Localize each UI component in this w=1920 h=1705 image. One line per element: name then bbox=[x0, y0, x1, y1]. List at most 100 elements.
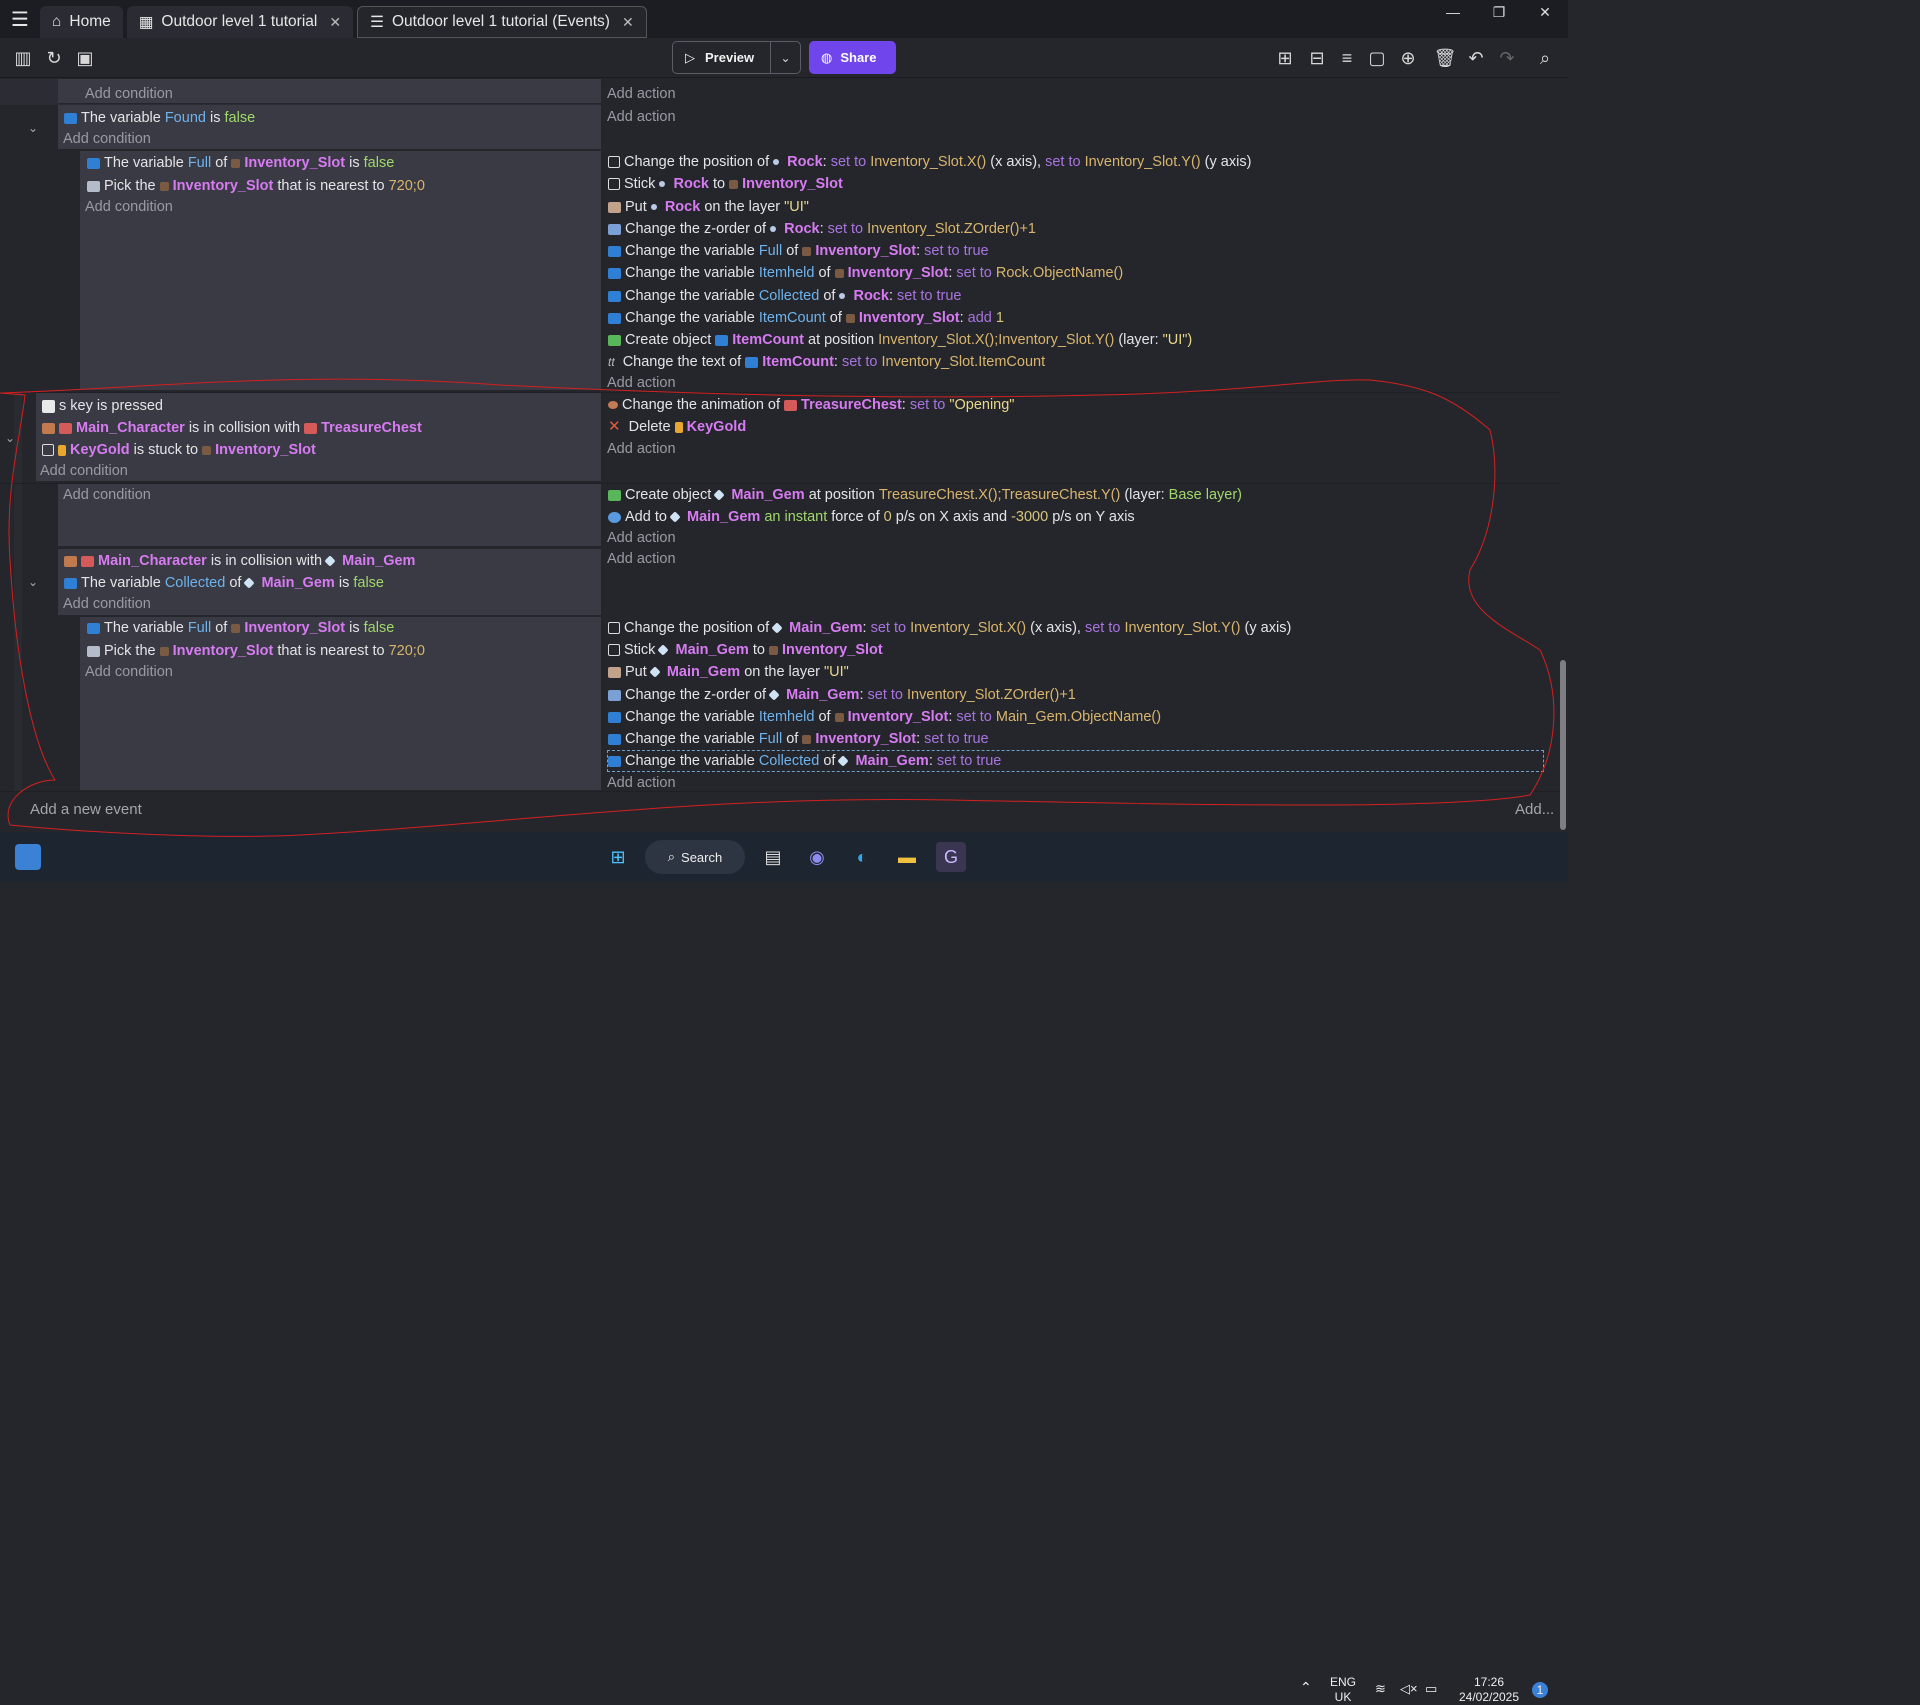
condition[interactable]: Main_Character is in collision with Trea… bbox=[42, 418, 422, 438]
add-condition-link[interactable]: Add condition bbox=[85, 84, 173, 104]
action[interactable]: Create object Main_Gem at position Treas… bbox=[608, 485, 1242, 505]
condition[interactable]: Main_Character is in collision with Main… bbox=[64, 551, 415, 571]
action[interactable]: Change the z-order of Main_Gem: set to I… bbox=[608, 685, 1076, 705]
delete-icon: ✕ bbox=[608, 418, 621, 435]
add-action-link[interactable]: Add action bbox=[607, 549, 676, 569]
add-action-link[interactable]: Add action bbox=[607, 439, 676, 459]
position-icon bbox=[608, 622, 620, 634]
condition[interactable]: Pick the Inventory_Slot that is nearest … bbox=[87, 176, 425, 196]
action[interactable]: Stick Rock to Inventory_Slot bbox=[608, 174, 843, 194]
add-action-link[interactable]: Add action bbox=[607, 528, 676, 548]
action[interactable]: Put Rock on the layer "UI" bbox=[608, 197, 809, 217]
add-more-link[interactable]: Add... bbox=[1515, 801, 1554, 818]
close-window-icon[interactable]: ✕ bbox=[1522, 0, 1568, 26]
search-icon[interactable]: ⌕ bbox=[1533, 46, 1557, 70]
action[interactable]: Change the z-order of Rock: set to Inven… bbox=[608, 219, 1036, 239]
collapse-icon[interactable]: ⌄ bbox=[28, 121, 38, 135]
action[interactable]: Change the position of Main_Gem: set to … bbox=[608, 618, 1291, 638]
wifi-icon[interactable]: ≋ bbox=[1375, 1681, 1386, 1696]
close-icon[interactable]: ✕ bbox=[622, 14, 634, 31]
share-button[interactable]: ◍ Share bbox=[809, 41, 896, 74]
condition[interactable]: KeyGold is stuck to Inventory_Slot bbox=[42, 440, 316, 460]
history-icon[interactable]: ↻ bbox=[42, 46, 66, 70]
condition[interactable]: Pick the Inventory_Slot that is nearest … bbox=[87, 641, 425, 661]
add-new-event-link[interactable]: Add a new event bbox=[30, 801, 142, 818]
notification-badge[interactable]: 1 bbox=[1532, 1682, 1548, 1698]
add-icon[interactable]: ⊕ bbox=[1396, 46, 1420, 70]
action[interactable]: tt Change the text of ItemCount: set to … bbox=[608, 352, 1045, 372]
add-action-link[interactable]: Add action bbox=[607, 373, 676, 393]
widgets-icon[interactable] bbox=[15, 844, 41, 870]
divider bbox=[0, 483, 1560, 484]
language-indicator[interactable]: ENG UK bbox=[1330, 1675, 1356, 1705]
add-event-icon[interactable]: ⊞ bbox=[1273, 46, 1297, 70]
taskview-icon[interactable]: ▤ bbox=[758, 842, 788, 872]
action[interactable]: Change the variable Collected of Rock: s… bbox=[608, 286, 961, 306]
save-icon[interactable]: ▣ bbox=[73, 46, 97, 70]
delete-icon[interactable]: 🗑 bbox=[1433, 46, 1457, 70]
clock[interactable]: 17:26 24/02/2025 bbox=[1455, 1675, 1523, 1705]
undo-icon[interactable]: ↶ bbox=[1464, 46, 1488, 70]
gem-icon bbox=[771, 622, 783, 634]
add-condition-link[interactable]: Add condition bbox=[85, 197, 173, 217]
panels-icon[interactable]: ▥ bbox=[11, 46, 35, 70]
action[interactable]: Stick Main_Gem to Inventory_Slot bbox=[608, 640, 883, 660]
mute-icon[interactable]: ◁× bbox=[1400, 1681, 1418, 1696]
chevron-up-icon[interactable]: ⌃ bbox=[1300, 1680, 1312, 1695]
teams-icon[interactable]: ◉ bbox=[802, 842, 832, 872]
action[interactable]: Add to Main_Gem an instant force of 0 p/… bbox=[608, 507, 1135, 527]
action[interactable]: ✕ Delete KeyGold bbox=[608, 417, 746, 437]
action[interactable]: Change the variable Itemheld of Inventor… bbox=[608, 263, 1123, 283]
close-icon[interactable]: ✕ bbox=[329, 14, 341, 31]
action[interactable]: Put Main_Gem on the layer "UI" bbox=[608, 662, 849, 682]
add-group-icon[interactable]: ≡ bbox=[1335, 46, 1359, 70]
object-icon bbox=[768, 645, 778, 655]
add-condition-link[interactable]: Add condition bbox=[40, 461, 128, 481]
gem-icon bbox=[243, 577, 256, 589]
add-condition-link[interactable]: Add condition bbox=[63, 485, 151, 505]
add-condition-link[interactable]: Add condition bbox=[85, 662, 173, 682]
chevron-down-icon[interactable]: ⌄ bbox=[771, 51, 800, 65]
preview-button[interactable]: ▷ Preview ⌄ bbox=[672, 41, 801, 74]
add-subevent-icon[interactable]: ⊟ bbox=[1305, 46, 1329, 70]
action[interactable]: Change the variable Full of Inventory_Sl… bbox=[608, 241, 989, 261]
condition[interactable]: The variable Collected of Main_Gem is fa… bbox=[64, 573, 384, 593]
action[interactable]: Change the variable Full of Inventory_Sl… bbox=[608, 729, 989, 749]
taskbar-search[interactable]: ⌕ Search bbox=[645, 840, 745, 874]
redo-icon[interactable]: ↷ bbox=[1495, 46, 1519, 70]
condition[interactable]: The variable Found is false bbox=[64, 108, 255, 128]
condition[interactable]: s key is pressed bbox=[42, 396, 163, 416]
battery-icon[interactable]: ▭ bbox=[1425, 1681, 1437, 1696]
collapse-icon[interactable]: ⌄ bbox=[28, 575, 38, 589]
title-bar: ☰ ⌂ Home ▦ Outdoor level 1 tutorial ✕ ☰ Outd… bbox=[0, 0, 1568, 38]
condition[interactable]: The variable Full of Inventory_Slot is f… bbox=[87, 153, 394, 173]
action[interactable]: Change the variable Itemheld of Inventor… bbox=[608, 707, 1161, 727]
folder-icon[interactable]: ▬ bbox=[892, 842, 922, 872]
globe-icon: ◍ bbox=[821, 49, 833, 65]
key-icon bbox=[58, 444, 66, 456]
tab-scene[interactable]: ▦ Outdoor level 1 tutorial ✕ bbox=[126, 6, 354, 38]
action[interactable]: Create object ItemCount at position Inve… bbox=[608, 330, 1192, 350]
events-sheet: ⌄ ⌄ ⌄ Add condition Add action The varia… bbox=[0, 79, 1568, 832]
gdevelop-icon[interactable]: G bbox=[936, 842, 966, 872]
add-action-link[interactable]: Add action bbox=[607, 84, 676, 104]
edge-icon[interactable]: ◐ bbox=[847, 842, 877, 872]
maximize-icon[interactable]: ❐ bbox=[1476, 0, 1522, 26]
add-action-link[interactable]: Add action bbox=[607, 773, 676, 793]
condition[interactable]: The variable Full of Inventory_Slot is f… bbox=[87, 618, 394, 638]
scrollbar[interactable] bbox=[1560, 660, 1566, 830]
tab-home[interactable]: ⌂ Home bbox=[40, 6, 123, 38]
add-condition-link[interactable]: Add condition bbox=[63, 594, 151, 614]
tab-events[interactable]: ☰ Outdoor level 1 tutorial (Events) ✕ bbox=[357, 6, 647, 38]
add-condition-link[interactable]: Add condition bbox=[63, 129, 151, 149]
action[interactable]: Change the variable ItemCount of Invento… bbox=[608, 308, 1004, 328]
action[interactable]: Change the position of Rock: set to Inve… bbox=[608, 152, 1251, 172]
menu-icon[interactable]: ☰ bbox=[0, 0, 40, 38]
minimize-icon[interactable]: — bbox=[1430, 0, 1476, 26]
windows-start-icon[interactable]: ⊞ bbox=[603, 842, 633, 872]
action[interactable]: Change the animation of TreasureChest: s… bbox=[608, 395, 1014, 415]
collapse-icon[interactable]: ⌄ bbox=[5, 431, 15, 445]
add-action-link[interactable]: Add action bbox=[607, 107, 676, 127]
comment-icon[interactable]: ▢ bbox=[1365, 46, 1389, 70]
action-selected[interactable]: Change the variable Collected of Main_Ge… bbox=[607, 750, 1544, 772]
